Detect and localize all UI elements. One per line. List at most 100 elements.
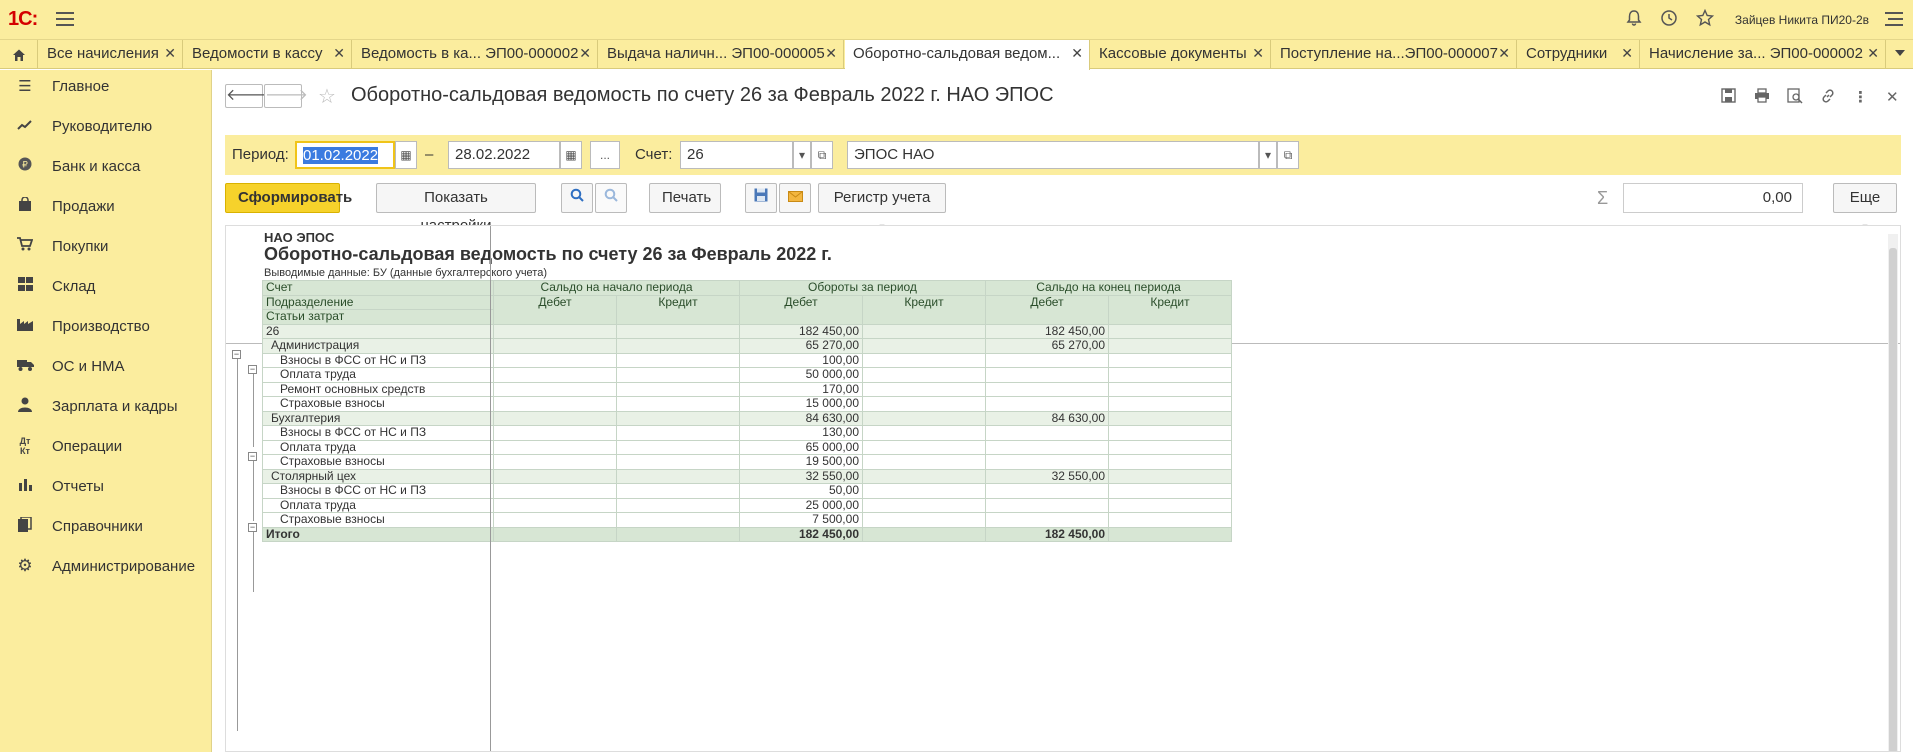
1c-logo-icon[interactable]: 1С: xyxy=(8,8,38,31)
cost-item-row[interactable]: Страховые взносы 19 500,00 xyxy=(262,454,1232,470)
sidebar-item-bank[interactable]: ₽ Банк и касса xyxy=(0,150,212,182)
report-window: 🡐 🡒 ☆ Оборотно-сальдовая ведомость по сч… xyxy=(213,70,1913,752)
preview-icon[interactable] xyxy=(1787,88,1803,108)
print-button[interactable]: Печать xyxy=(649,183,721,213)
home-tab[interactable] xyxy=(0,40,38,69)
sidebar-item-directories[interactable]: Справочники xyxy=(0,510,212,542)
sidebar-item-purchases[interactable]: Покупки xyxy=(0,230,212,262)
sidebar-item-reports[interactable]: Отчеты xyxy=(0,470,212,502)
sidebar-item-administration[interactable]: ⚙ Администрирование xyxy=(0,550,212,582)
favorites-star-icon[interactable] xyxy=(1695,8,1715,32)
close-icon[interactable]: ✕ xyxy=(579,45,591,62)
close-icon[interactable]: ✕ xyxy=(825,45,837,62)
main-menu-icon[interactable] xyxy=(56,12,74,26)
cost-item-row[interactable]: Оплата труда 65 000,00 xyxy=(262,439,1232,455)
cost-item-row[interactable]: Взносы в ФСС от НС и ПЗ 50,00 xyxy=(262,483,1232,499)
sidebar-item-fixed-assets[interactable]: ОС и НМА xyxy=(0,350,212,382)
account-dropdown-icon[interactable]: ▾ xyxy=(793,141,811,169)
send-email-icon[interactable] xyxy=(779,183,811,213)
collapse-icon[interactable]: − xyxy=(248,365,257,374)
close-icon[interactable]: ✕ xyxy=(1252,45,1264,62)
save-report-icon[interactable] xyxy=(745,183,777,213)
close-icon[interactable]: ✕ xyxy=(1621,45,1633,62)
division-row[interactable]: Администрация 65 270,00 65 270,00 xyxy=(262,338,1232,354)
more-actions-icon[interactable]: ⋮ xyxy=(1853,88,1868,106)
link-icon[interactable] xyxy=(1820,88,1836,108)
clear-search-icon[interactable] xyxy=(595,183,627,213)
sidebar-item-manager[interactable]: Руководителю xyxy=(0,110,212,142)
sidebar-item-sales[interactable]: Продажи xyxy=(0,190,212,222)
more-button[interactable]: Еще ▾ xyxy=(1833,183,1897,233)
search-icon[interactable] xyxy=(561,183,593,213)
tab-cash-payout[interactable]: Выдача наличн... ЭП00-000005 ✕ xyxy=(599,40,844,69)
bell-icon[interactable] xyxy=(1625,9,1643,32)
generate-button[interactable]: Сформировать xyxy=(225,183,352,213)
division-row[interactable]: Столярный цех 32 550,00 32 550,00 xyxy=(262,468,1232,484)
scrollbar-thumb[interactable] xyxy=(1889,248,1897,751)
header-row: Счет Сальдо на начало периода Обороты за… xyxy=(262,280,1232,296)
cell xyxy=(493,526,617,542)
cost-item-row[interactable]: Взносы в ФСС от НС и ПЗ 100,00 xyxy=(262,352,1232,368)
cell xyxy=(985,367,1109,383)
favorite-star-icon[interactable]: ☆ xyxy=(318,84,336,109)
close-window-icon[interactable]: ✕ xyxy=(1886,88,1899,106)
cost-item-row[interactable]: Ремонт основных средств 170,00 xyxy=(262,381,1232,397)
sidebar-item-warehouse[interactable]: Склад xyxy=(0,270,212,302)
close-icon[interactable]: ✕ xyxy=(1867,45,1879,62)
date-to-calendar-icon[interactable]: ▦ xyxy=(560,141,582,169)
tab-receipt[interactable]: Поступление на...ЭП00-000007 ✕ xyxy=(1272,40,1517,69)
organization-dropdown-icon[interactable]: ▾ xyxy=(1259,141,1277,169)
account-open-icon[interactable]: ⧉ xyxy=(811,141,833,169)
sidebar-item-main[interactable]: ☰ Главное xyxy=(0,70,212,102)
collapse-icon[interactable]: − xyxy=(248,523,257,532)
current-user[interactable]: Зайцев Никита ПИ20-2в xyxy=(1735,13,1869,27)
close-icon[interactable]: ✕ xyxy=(1071,45,1083,62)
date-to-field[interactable]: 28.02.2022 xyxy=(448,141,560,169)
division-row[interactable]: Бухгалтерия 84 630,00 84 630,00 xyxy=(262,410,1232,426)
cost-item-row[interactable]: Оплата труда 50 000,00 xyxy=(262,367,1232,383)
sidebar-item-operations[interactable]: Дт Кт Операции xyxy=(0,430,212,462)
close-icon[interactable]: ✕ xyxy=(333,45,345,62)
cell xyxy=(616,367,740,383)
account-field[interactable]: 26 xyxy=(680,141,793,169)
tab-statement-doc[interactable]: Ведомость в ка... ЭП00-000002 ✕ xyxy=(353,40,598,69)
period-select-button[interactable]: ... xyxy=(590,141,620,169)
save-icon[interactable] xyxy=(1721,88,1736,107)
accounting-register-dropdown[interactable]: Регистр учета ▾ xyxy=(818,183,946,233)
cell xyxy=(1108,367,1232,383)
close-icon[interactable]: ✕ xyxy=(164,45,176,62)
back-button[interactable]: 🡐 xyxy=(225,84,269,108)
show-settings-button[interactable]: Показать настройки xyxy=(376,183,536,234)
print-icon[interactable] xyxy=(1754,88,1770,107)
tab-all-accruals[interactable]: Все начисления ✕ xyxy=(39,40,183,69)
cost-item-row[interactable]: Оплата труда 25 000,00 xyxy=(262,497,1232,513)
account-row[interactable]: 26 182 450,00 182 450,00 xyxy=(262,323,1232,339)
settings-menu-icon[interactable] xyxy=(1885,12,1903,26)
sidebar-item-payroll[interactable]: Зарплата и кадры xyxy=(0,390,212,422)
header-credit: Кредит xyxy=(616,294,740,325)
tabs-dropdown-icon[interactable] xyxy=(1895,50,1905,56)
tab-employees[interactable]: Сотрудники ✕ xyxy=(1518,40,1640,69)
header-credit: Кредит xyxy=(1108,294,1232,325)
organization-field[interactable]: ЭПОС НАО xyxy=(847,141,1259,169)
total-row[interactable]: Итого 182 450,00 182 450,00 xyxy=(262,526,1232,542)
history-icon[interactable] xyxy=(1660,9,1678,32)
report-spreadsheet[interactable]: НАО ЭПОС Оборотно-сальдовая ведомость по… xyxy=(225,225,1901,752)
forward-button[interactable]: 🡒 xyxy=(264,84,308,108)
close-icon[interactable]: ✕ xyxy=(1498,45,1510,62)
collapse-icon[interactable]: − xyxy=(232,350,241,359)
sidebar-item-production[interactable]: Производство xyxy=(0,310,212,342)
selected-sum-field[interactable]: 0,00 xyxy=(1623,183,1803,213)
collapse-icon[interactable]: − xyxy=(248,452,257,461)
tab-cash-documents[interactable]: Кассовые документы ✕ xyxy=(1091,40,1271,69)
tab-payroll[interactable]: Начисление за... ЭП00-000002 ✕ xyxy=(1641,40,1886,69)
date-from-field[interactable]: 01.02.2022 xyxy=(295,141,395,169)
date-from-calendar-icon[interactable]: ▦ xyxy=(395,141,417,169)
tab-trial-balance[interactable]: Оборотно-сальдовая ведом... ✕ xyxy=(845,40,1090,70)
cost-item-row[interactable]: Страховые взносы 7 500,00 xyxy=(262,512,1232,528)
tab-cash-statements[interactable]: Ведомости в кассу ✕ xyxy=(184,40,352,69)
row-label: Страховые взносы xyxy=(262,512,494,528)
cost-item-row[interactable]: Страховые взносы 15 000,00 xyxy=(262,396,1232,412)
cost-item-row[interactable]: Взносы в ФСС от НС и ПЗ 130,00 xyxy=(262,425,1232,441)
organization-open-icon[interactable]: ⧉ xyxy=(1277,141,1299,169)
